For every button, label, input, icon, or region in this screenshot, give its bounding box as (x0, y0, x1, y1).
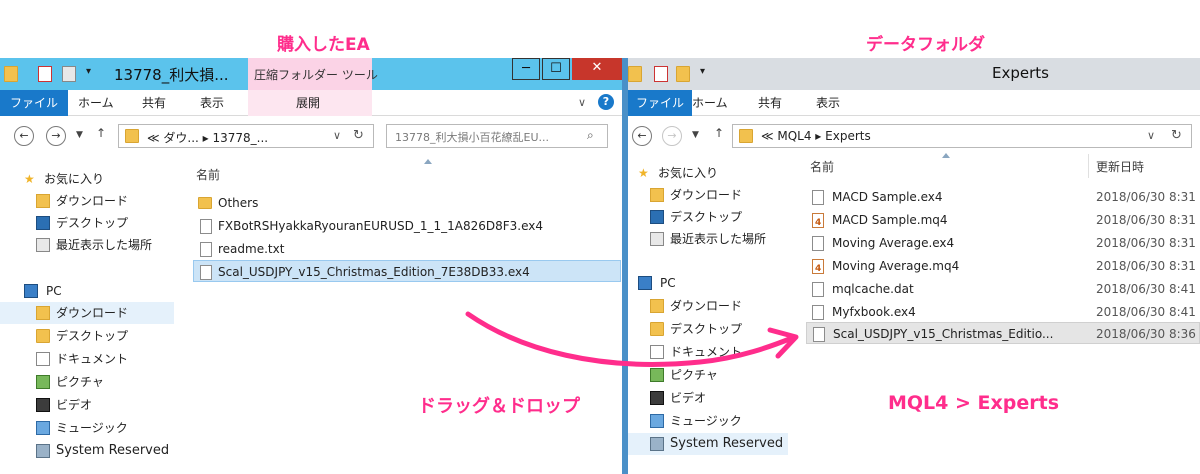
annotation-drag-drop: ドラッグ＆ドロップ (418, 396, 580, 417)
annotation-mql4-experts: MQL4 > Experts (888, 392, 1060, 414)
